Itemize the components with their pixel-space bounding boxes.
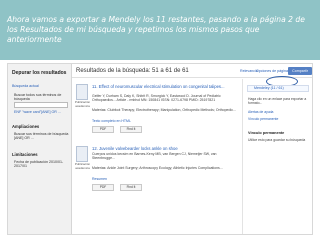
abstract-link[interactable]: Resumen [92, 177, 107, 181]
ebsco-screenshot: Depurar los resultados Búsqueda actual B… [7, 63, 313, 235]
limitaciones-text: Fecha de publicación 2010/01-2017/01 [14, 160, 64, 169]
pdf-button[interactable]: PDF [92, 126, 114, 133]
permalink-link[interactable]: Vínculo permanente [248, 117, 310, 121]
result-meta: Gelfer Y, Durham S, Daly K, Shitrit R, S… [92, 94, 221, 103]
page-options-link[interactable]: Opciones de página [256, 69, 288, 73]
full-text-link[interactable]: Texto completo en HTML [92, 119, 131, 123]
publication-type: Publicación académica [74, 100, 91, 108]
panel-help-text: Haga clic en un enlace para exportar a f… [248, 97, 307, 106]
search-term-value[interactable]: ENF "wave card"[ANE] OR ... [14, 110, 70, 114]
publication-icon [76, 84, 88, 100]
banner-text: Ahora vamos a exportar a Mendely los 11 … [7, 15, 305, 44]
ampliaciones-text: Buscar sus términos de búsqueda [ANE] OR… [14, 132, 69, 141]
slide-banner: Ahora vamos a exportar a Mendely los 11 … [0, 0, 320, 60]
current-search-link[interactable]: Búsqueda actual [12, 84, 39, 88]
result-item: Publicación académica 12. Juvenile valve… [74, 146, 238, 226]
mendeley-export-link[interactable]: Mendeley (11 / 61) [247, 85, 309, 92]
refine-results-sidebar: Depurar los resultados Búsqueda actual B… [8, 64, 72, 234]
publication-type: Publicación académica [74, 162, 91, 170]
publication-icon [76, 146, 88, 162]
sidebar-title: Depurar los resultados [12, 70, 67, 76]
result-item: Publicación académica 11. Effect of neur… [74, 84, 238, 146]
result-subjects: Materias: Clubfoot Therapy; Electrothera… [92, 108, 236, 112]
result-subjects: Materias: Ankle Joint Surgery; Arthrosco… [92, 166, 223, 170]
find-it-button[interactable]: Find It [120, 126, 142, 133]
permalink-description: Utilice esto para guardar su búsqueda [248, 138, 306, 142]
limitaciones-heading: Limitaciones [12, 152, 38, 157]
permalink-heading: Vínculo permanente [248, 131, 285, 135]
result-title[interactable]: 11. Effect of neuromuscular electrical s… [92, 84, 238, 89]
search-term-field[interactable] [14, 102, 68, 108]
search-alert-link[interactable]: Alertas de ayuda [248, 110, 310, 114]
find-it-button[interactable]: Find It [120, 184, 142, 191]
search-within-label: Buscar todos sus términos de búsqueda [14, 93, 62, 102]
results-count-title: Resultados de la búsqueda: 51 a 61 de 61 [76, 68, 189, 74]
result-title[interactable]: 12. Juvenile valvebearder locks ankle on… [92, 146, 238, 151]
export-panel: Mendeley (11 / 61) Haga clic en un enlac… [242, 79, 312, 234]
result-meta: Cuerpos unidos kecsim en Barnes-Keny MB,… [92, 152, 217, 161]
ampliaciones-heading: Ampliaciones [12, 124, 40, 129]
share-button[interactable]: Compartir [288, 67, 312, 75]
pdf-button[interactable]: PDF [92, 184, 114, 191]
